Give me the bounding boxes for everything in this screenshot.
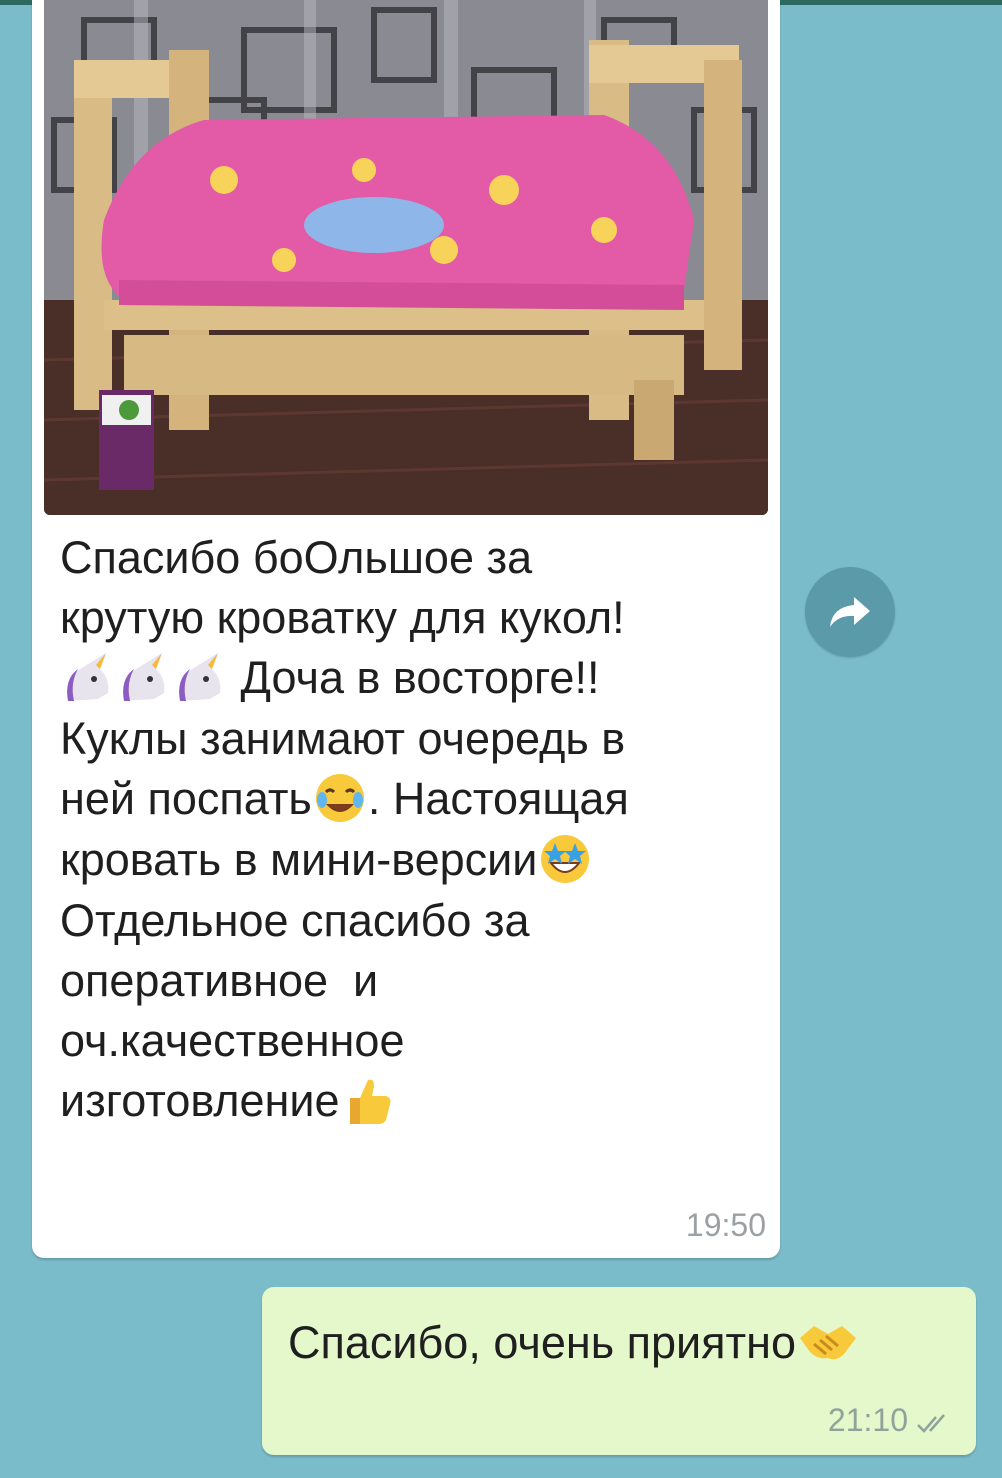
message-time: 19:50 (685, 1207, 766, 1243)
star-struck-emoji-icon (537, 831, 593, 887)
incoming-message-text: Спасибо боОльшое за крутую кроватку для … (60, 528, 750, 1132)
text-line: Спасибо боОльшое за (60, 532, 533, 583)
thumbs-up-emoji-icon (340, 1072, 396, 1128)
text-line: крутую кроватку для кукол! (60, 592, 625, 643)
text-line: . Настоящая (367, 773, 629, 825)
text-line: Отдельное спасибо за (60, 895, 530, 947)
incoming-message-bubble[interactable]: Спасибо боОльшое за крутую кроватку для … (32, 0, 780, 1258)
doll-bed-photo (44, 0, 768, 515)
message-photo[interactable] (44, 0, 768, 515)
text-line: Доча в восторге!! (240, 652, 600, 703)
text-line: ней поспать (60, 773, 312, 825)
handshake-emoji-icon (796, 1314, 857, 1370)
double-check-icon (917, 1414, 945, 1433)
unicorn-emoji-icon (116, 649, 172, 705)
outgoing-text: Спасибо, очень приятно (288, 1317, 797, 1368)
text-line: оч.качественное (60, 1015, 405, 1067)
text-line: Куклы занимают очередь в (60, 713, 626, 765)
text-line: кровать в мини-версии (60, 834, 538, 886)
outgoing-message-bubble[interactable]: Спасибо, очень приятно 21:10 (262, 1287, 976, 1455)
unicorn-emoji-icon (60, 649, 116, 705)
unicorn-emoji-icon (172, 649, 228, 705)
forward-arrow-icon (830, 597, 870, 627)
tears-of-joy-emoji-icon (312, 770, 368, 826)
forward-button[interactable] (805, 567, 895, 657)
message-time: 21:10 (827, 1402, 908, 1438)
text-line: оперативное и (60, 955, 379, 1007)
outgoing-message-text: Спасибо, очень приятно (288, 1313, 857, 1374)
text-line: изготовление (60, 1075, 340, 1127)
